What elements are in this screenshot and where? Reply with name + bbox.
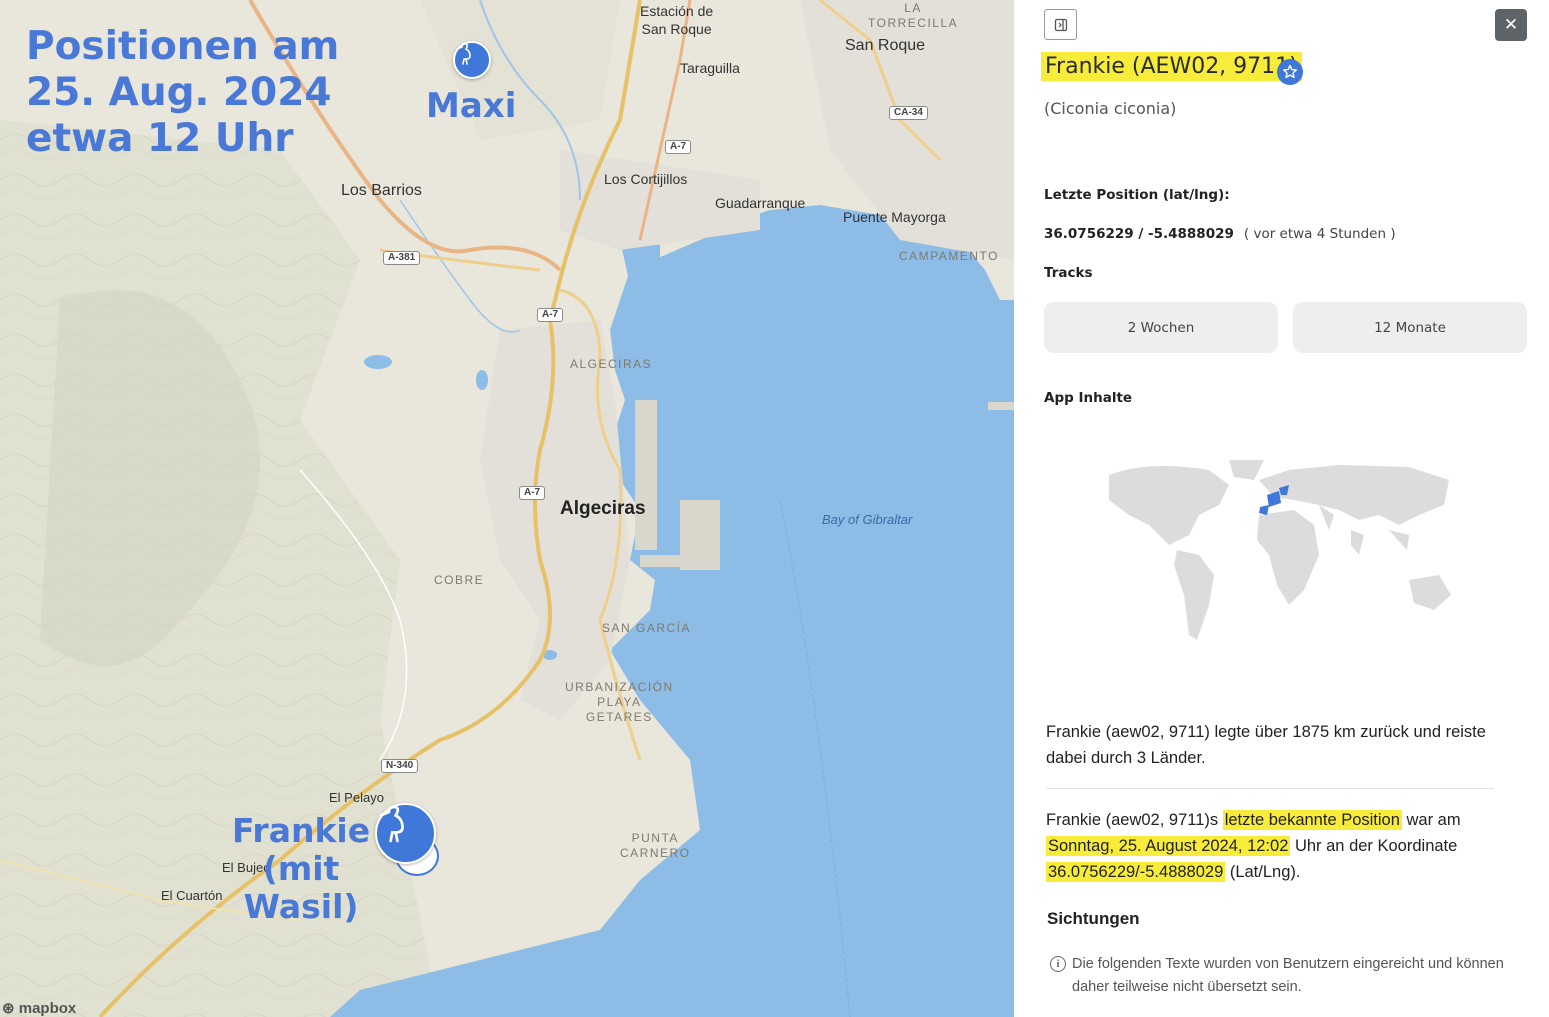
place-el-cuarton: El Cuartón	[161, 888, 223, 903]
place-campamento: CAMPAMENTO	[899, 249, 999, 263]
favorite-button[interactable]	[1277, 59, 1303, 85]
place-guadarranque: Guadarranque	[715, 195, 806, 211]
text-fragment: war am	[1401, 811, 1461, 829]
position-age: ( vor etwa 4 Stunden )	[1243, 226, 1396, 242]
stork-icon	[456, 43, 471, 65]
place-los-cortijillos: Los Cortijillos	[604, 171, 688, 187]
close-panel-button[interactable]: ✕	[1495, 9, 1527, 41]
species-name: (Ciconia ciconia)	[1044, 99, 1177, 118]
road-shield-a381: A-381	[383, 251, 421, 265]
place-puente-mayorga: Puente Mayorga	[843, 209, 946, 225]
highlight-date: Sonntag, 25. August 2024, 12:02	[1046, 836, 1291, 856]
app-content-label: App Inhalte	[1044, 390, 1133, 406]
text-fragment: Frankie (aew02, 9711)s	[1046, 811, 1223, 829]
map-view[interactable]: Estación de San Roque LA TORRECILLA San Ro…	[0, 0, 1014, 1017]
road-shield-n340: N-340	[381, 759, 419, 773]
text-fragment: (Lat/Lng).	[1225, 863, 1301, 881]
map-annotation-date: Positionen am 25. Aug. 2024 etwa 12 Uhr	[26, 24, 340, 161]
last-position-label: Letzte Position (lat/lng):	[1044, 187, 1230, 203]
place-bay-of-gibraltar: Bay of Gibraltar	[822, 512, 913, 527]
detail-panel: ✕ Frankie (AEW02, 9711) (Ciconia ciconia…	[1014, 0, 1549, 1017]
info-icon: i	[1050, 956, 1066, 972]
text-fragment: Uhr an der Koordinate	[1290, 837, 1458, 855]
world-map-countries	[1109, 460, 1451, 640]
sightings-heading: Sichtungen	[1047, 909, 1140, 928]
animal-title: Frankie (AEW02, 9711)	[1041, 52, 1302, 81]
lat-lng-value: 36.0756229 / -5.4888029	[1044, 226, 1234, 242]
place-urbanizacion: URBANIZACIÓN PLAYA GETARES	[565, 680, 674, 724]
collapse-panel-button[interactable]	[1044, 9, 1077, 40]
stork-marker-frankie[interactable]	[375, 803, 436, 864]
tracks-label: Tracks	[1044, 265, 1093, 281]
place-cobre: COBRE	[434, 573, 485, 587]
track-12-months-button[interactable]: 12 Monate	[1293, 302, 1527, 353]
place-san-roque: San Roque	[845, 37, 926, 54]
place-taraguilla: Taraguilla	[680, 60, 740, 76]
stork-icon	[379, 805, 404, 843]
sidebar-collapse-icon	[1054, 18, 1067, 31]
close-icon: ✕	[1503, 15, 1519, 35]
road-shield-a7-south: A-7	[519, 486, 546, 500]
map-annotation-frankie: Frankie (mit Wasil)	[232, 811, 371, 926]
map-annotation-maxi: Maxi	[426, 86, 517, 126]
mapbox-label: mapbox	[18, 1000, 77, 1017]
divider	[1046, 788, 1494, 789]
last-known-position-text: Frankie (aew02, 9711)s letzte bekannte P…	[1046, 807, 1516, 885]
track-2-weeks-button[interactable]: 2 Wochen	[1044, 302, 1278, 353]
place-algeciras-district: ALGECIRAS	[570, 357, 653, 371]
highlight-last-position: letzte bekannte Position	[1222, 810, 1402, 830]
place-estacion: Estación de San Roque	[640, 3, 714, 37]
highlight-coordinate: 36.0756229/-5.4888029	[1046, 862, 1226, 882]
place-el-pelayo: El Pelayo	[329, 790, 384, 805]
summary-text: Frankie (aew02, 9711) legte über 1875 km…	[1046, 723, 1486, 767]
road-shield-a7-mid: A-7	[537, 308, 564, 322]
place-los-barrios: Los Barrios	[341, 182, 422, 199]
star-icon	[1283, 64, 1297, 79]
place-san-garcia: SAN GARCÍA	[602, 621, 692, 635]
place-punta-carnero: PUNTA CARNERO	[620, 831, 691, 860]
mapbox-logo[interactable]: ⊛ mapbox	[2, 999, 76, 1017]
place-algeciras: Algeciras	[560, 498, 646, 519]
mapbox-icon: ⊛	[2, 1000, 15, 1017]
sightings-info-text: Die folgenden Texte wurden von Benutzern…	[1072, 956, 1504, 995]
last-position-value: 36.0756229 / -5.4888029 ( vor etwa 4 Stun…	[1044, 226, 1396, 242]
stork-marker-maxi[interactable]	[453, 41, 491, 79]
road-shield-a7-north: A-7	[665, 140, 692, 154]
road-shield-ca34: CA-34	[889, 106, 928, 120]
place-torrecilla: LA TORRECILLA	[868, 1, 959, 30]
